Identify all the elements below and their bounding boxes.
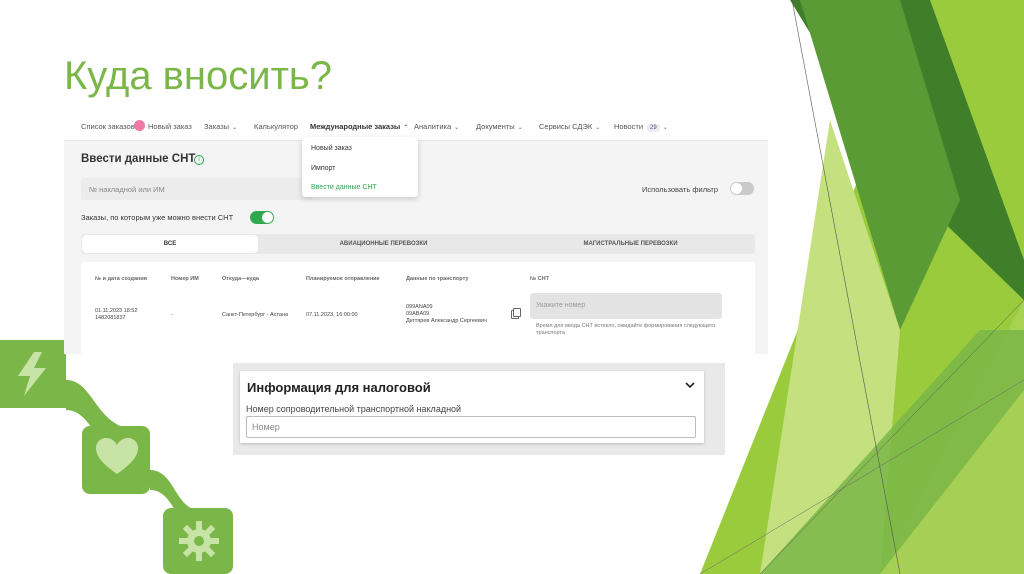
nav-international-label: Международные заказы — [310, 122, 401, 131]
toggle-knob — [731, 183, 742, 194]
transport-plate-1: 099ANA09 — [406, 304, 433, 310]
snt-number-input[interactable]: Укажите номер — [530, 293, 722, 319]
filter-toggle[interactable] — [730, 182, 754, 195]
snt-placeholder: Укажите номер — [536, 302, 586, 309]
chevron-down-icon: ⌄ — [517, 125, 523, 131]
orders-toggle[interactable] — [250, 211, 274, 224]
news-count-badge: 29 — [647, 124, 660, 132]
chevron-down-icon: ⌄ — [662, 125, 668, 131]
gear-icon — [179, 521, 219, 561]
nav-international[interactable]: Международные заказы ⌃ — [310, 122, 408, 131]
chevron-down-icon: ⌄ — [595, 125, 601, 131]
lightning-icon — [18, 352, 46, 396]
orders-table: № и дата создания Номер ИМ Откуда—куда П… — [81, 262, 755, 354]
tax-info-panel: Информация для налоговой Номер сопроводи… — [240, 371, 704, 443]
chevron-down-icon[interactable] — [685, 380, 695, 390]
cursor-highlight — [134, 120, 145, 131]
order-departure: 07.11.2023, 16:00:00 — [306, 312, 358, 318]
nav-news[interactable]: Новости 29 ⌄ — [614, 122, 668, 132]
order-route: Санкт-Петербург - Астана — [222, 312, 289, 318]
international-dropdown: Новый заказ Импорт Ввести данные СНТ — [302, 137, 418, 197]
nav-orders[interactable]: Заказы ⌄ — [204, 122, 237, 131]
transport-plate-2: 09ABA09 — [406, 311, 430, 317]
order-number: 1482081837 — [95, 315, 126, 321]
nav-news-label: Новости — [614, 122, 644, 131]
nav-orders-list[interactable]: Список заказов — [81, 122, 135, 131]
chevron-up-icon: ⌃ — [403, 125, 409, 131]
waybill-number-input[interactable]: Номер — [246, 416, 696, 438]
column-header: Данные по транспорту — [406, 276, 469, 282]
nav-orders-label: Заказы — [204, 122, 230, 131]
page-heading: Ввести данные СНТ — [81, 153, 196, 165]
column-header: Номер ИМ — [171, 276, 199, 282]
nav-calculator[interactable]: Калькулятор — [254, 122, 298, 131]
column-header: Откуда—куда — [222, 276, 259, 282]
order-date: 01.11.2023 18:52 — [95, 308, 138, 314]
dropdown-item-import[interactable]: Импорт — [311, 165, 335, 172]
order-im: - — [171, 312, 173, 318]
chevron-down-icon: ⌄ — [454, 125, 460, 131]
snt-screenshot: Список заказов Новый заказ Заказы ⌄ Кальк… — [64, 110, 768, 354]
tab-trunk[interactable]: МАГИСТРАЛЬНЫЕ ПЕРЕВОЗКИ — [506, 234, 755, 254]
column-header: Планируемое отправление — [306, 276, 380, 282]
search-input[interactable]: № накладной или ИМ — [81, 178, 313, 200]
orders-toggle-label: Заказы, по которым уже можно внести СНТ — [81, 213, 234, 222]
nav-cdek-services[interactable]: Сервисы СДЭК ⌄ — [539, 122, 600, 131]
info-icon[interactable]: i — [194, 155, 204, 165]
nav-analytics-label: Аналитика — [414, 122, 452, 131]
nav-services-label: Сервисы СДЭК — [539, 122, 593, 131]
transport-driver: Дегтярев Александр Сергеевич — [406, 318, 487, 324]
dropdown-item-new-order[interactable]: Новый заказ — [311, 145, 352, 152]
tab-all[interactable]: ВСЕ — [82, 235, 258, 253]
copy-icon[interactable] — [511, 308, 521, 319]
column-header: № СНТ — [530, 276, 549, 282]
nav-analytics[interactable]: Аналитика ⌄ — [414, 122, 459, 131]
tab-aviation[interactable]: АВИАЦИОННЫЕ ПЕРЕВОЗКИ — [261, 234, 506, 254]
tax-info-screenshot: Информация для налоговой Номер сопроводи… — [233, 363, 725, 455]
nav-documents[interactable]: Документы ⌄ — [476, 122, 523, 131]
panel-title: Информация для налоговой — [247, 380, 431, 395]
snt-note: Время для ввода СНТ истекло, ожидайте фо… — [536, 323, 716, 336]
waybill-placeholder: Номер — [252, 422, 280, 432]
transport-tabs: ВСЕ АВИАЦИОННЫЕ ПЕРЕВОЗКИ МАГИСТРАЛЬНЫЕ … — [81, 234, 755, 254]
nav-new-order[interactable]: Новый заказ — [148, 122, 192, 131]
dropdown-item-enter-snt[interactable]: Ввести данные СНТ — [311, 184, 377, 191]
nav-documents-label: Документы — [476, 122, 515, 131]
slide-title: Куда вносить? — [64, 54, 333, 98]
heart-icon — [96, 438, 138, 474]
search-placeholder: № накладной или ИМ — [89, 185, 165, 194]
waybill-field-label: Номер сопроводительной транспортной накл… — [246, 404, 462, 414]
chevron-down-icon: ⌄ — [232, 125, 238, 131]
column-header: № и дата создания — [95, 276, 147, 282]
toggle-knob — [262, 212, 273, 223]
filter-label: Использовать фильтр — [642, 185, 719, 194]
